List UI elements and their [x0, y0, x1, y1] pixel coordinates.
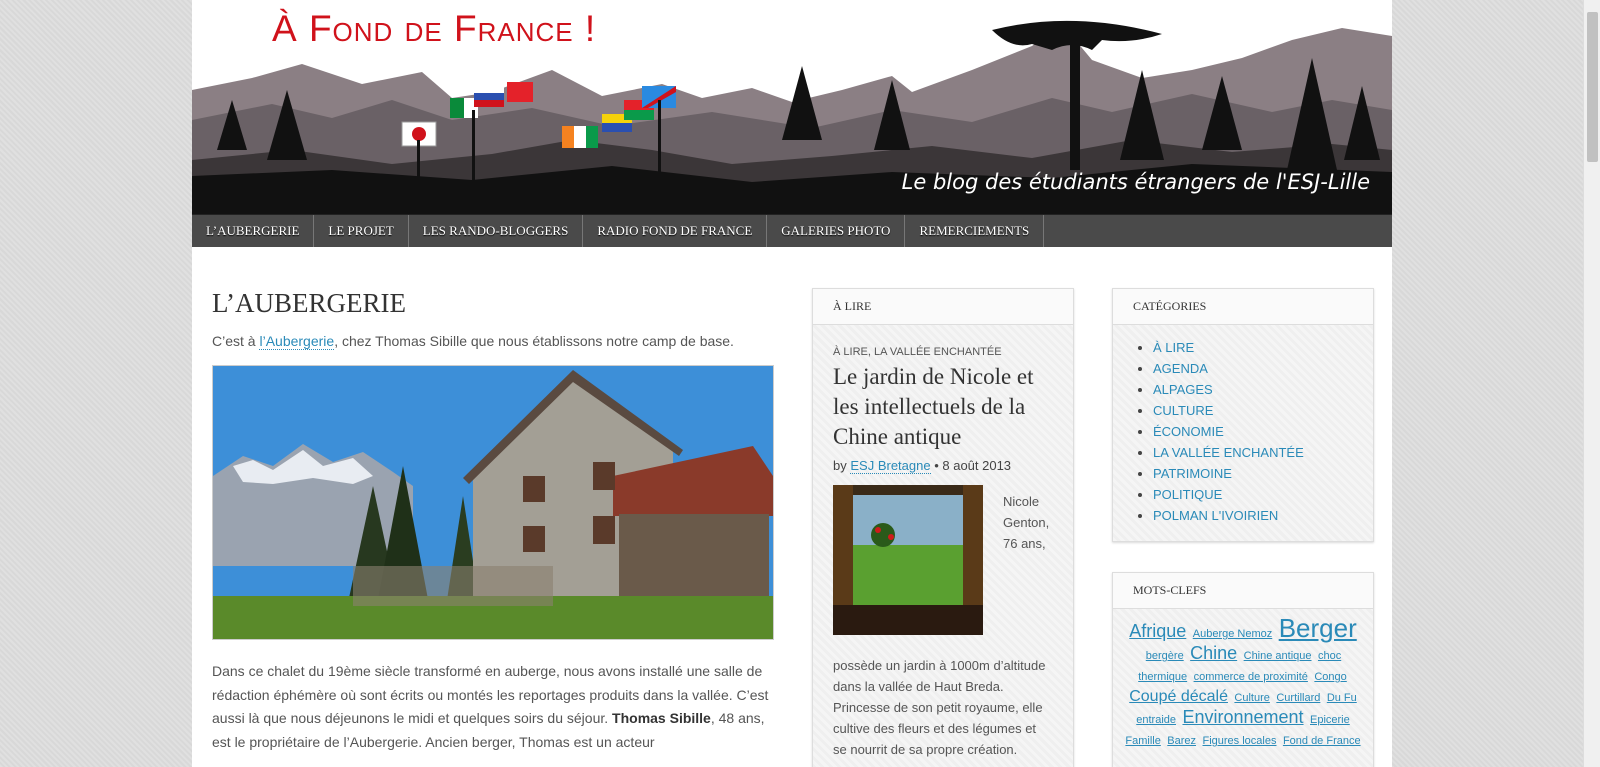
tag-cloud: Afrique Auberge Nemoz Berger bergère Chi…	[1113, 609, 1373, 751]
tag-link[interactable]: Curtillard	[1276, 692, 1320, 704]
page-title: L’AUBERGERIE	[212, 288, 406, 318]
site-title[interactable]: À Fond de France !	[272, 8, 596, 50]
main-nav: L’AUBERGERIE LE PROJET LES RANDO-BLOGGER…	[192, 214, 1392, 247]
post-categories[interactable]: À LIRE, LA VALLÉE ENCHANTÉE	[833, 346, 1053, 358]
category-link[interactable]: PATRIMOINE	[1153, 466, 1232, 481]
tag-link[interactable]: Coupé décalé	[1129, 688, 1228, 705]
tag-link[interactable]: bergère	[1146, 650, 1184, 662]
category-link[interactable]: CULTURE	[1153, 403, 1213, 418]
list-item: POLMAN L'IVOIRIEN	[1153, 505, 1373, 526]
category-link[interactable]: ALPAGES	[1153, 382, 1213, 397]
main-content: L’AUBERGERIE C’est à l’Aubergerie, chez …	[212, 280, 774, 754]
tag-link[interactable]: Epicerie	[1310, 714, 1350, 726]
tag-link[interactable]: Figures locales	[1203, 735, 1277, 747]
nav-item-projet[interactable]: LE PROJET	[314, 215, 409, 247]
tag-link[interactable]: Famille	[1125, 735, 1160, 747]
category-link[interactable]: À LIRE	[1153, 340, 1194, 355]
list-item: CULTURE	[1153, 400, 1373, 421]
intro-before: C’est à	[212, 333, 260, 349]
post-meta: by ESJ Bretagne • 8 août 2013	[833, 458, 1053, 474]
category-link[interactable]: AGENDA	[1153, 361, 1208, 376]
nav-item-remerciements[interactable]: REMERCIEMENTS	[905, 215, 1045, 247]
site-header: À Fond de France ! Le blog des étudiants…	[192, 0, 1392, 214]
tag-link[interactable]: Berger	[1279, 613, 1357, 643]
intro-after: , chez Thomas Sibille que nous établisso…	[334, 333, 734, 349]
list-item: ALPAGES	[1153, 379, 1373, 400]
aubergerie-link[interactable]: l’Aubergerie	[259, 333, 335, 350]
nav-item-aubergerie[interactable]: L’AUBERGERIE	[192, 215, 315, 247]
widget-a-lire: À LIRE À LIRE, LA VALLÉE ENCHANTÉE Le ja…	[812, 288, 1074, 767]
list-item: LA VALLÉE ENCHANTÉE	[1153, 442, 1373, 463]
list-item: PATRIMOINE	[1153, 463, 1373, 484]
tag-link[interactable]: Environnement	[1182, 707, 1303, 727]
scrollbar[interactable]	[1583, 0, 1600, 767]
tag-link[interactable]: Congo	[1314, 671, 1346, 683]
widget-title-mots-clefs: MOTS-CLEFS	[1113, 573, 1373, 609]
tag-link[interactable]: Chine antique	[1244, 650, 1312, 662]
tag-link[interactable]: Chine	[1190, 643, 1237, 663]
article-body-bold: Thomas Sibille	[612, 710, 711, 726]
tag-link[interactable]: Afrique	[1129, 621, 1186, 641]
post-by-label: by	[833, 458, 847, 473]
list-item: POLITIQUE	[1153, 484, 1373, 505]
tag-link[interactable]: Fond de France	[1283, 735, 1361, 747]
site-tagline: Le blog des étudiants étrangers de l'ESJ…	[901, 170, 1370, 194]
list-item: À LIRE	[1153, 337, 1373, 358]
nav-item-radio[interactable]: RADIO FOND DE FRANCE	[583, 215, 768, 247]
scrollbar-thumb[interactable]	[1587, 12, 1598, 162]
category-link[interactable]: POLITIQUE	[1153, 487, 1222, 502]
widget-categories: CATÉGORIES À LIRE AGENDA ALPAGES CULTURE…	[1112, 288, 1374, 542]
widget-mots-clefs: MOTS-CLEFS Afrique Auberge Nemoz Berger …	[1112, 572, 1374, 767]
tag-link[interactable]: Barez	[1167, 735, 1196, 747]
article-body: Dans ce chalet du 19ème siècle transform…	[212, 660, 772, 754]
category-link[interactable]: LA VALLÉE ENCHANTÉE	[1153, 445, 1304, 460]
tag-link[interactable]: commerce de proximité	[1194, 671, 1308, 683]
list-item: AGENDA	[1153, 358, 1373, 379]
list-item: ÉCONOMIE	[1153, 421, 1373, 442]
post-author-link[interactable]: ESJ Bretagne	[850, 458, 931, 474]
nav-item-galeries[interactable]: GALERIES PHOTO	[767, 215, 906, 247]
tag-link[interactable]: entraide	[1136, 714, 1176, 726]
widget-title-a-lire: À LIRE	[813, 289, 1073, 325]
tag-link[interactable]: Culture	[1234, 692, 1269, 704]
post-excerpt-side: Nicole Genton, 76 ans,	[1003, 494, 1050, 551]
tag-link[interactable]: Auberge Nemoz	[1193, 628, 1273, 640]
nav-item-rando-bloggers[interactable]: LES RANDO-BLOGGERS	[409, 215, 584, 247]
category-link[interactable]: ÉCONOMIE	[1153, 424, 1224, 439]
post-excerpt: possède un jardin à 1000m d’altitude dan…	[833, 658, 1046, 757]
tag-link[interactable]: Du Fu	[1327, 692, 1357, 704]
intro-text: C’est à l’Aubergerie, chez Thomas Sibill…	[212, 333, 772, 350]
aubergerie-photo	[212, 365, 774, 640]
category-link[interactable]: POLMAN L'IVOIRIEN	[1153, 508, 1278, 523]
post-title[interactable]: Le jardin de Nicole et les intellectuels…	[833, 362, 1053, 452]
post-thumbnail[interactable]	[833, 485, 983, 635]
page: À Fond de France ! Le blog des étudiants…	[192, 0, 1392, 767]
widget-title-categories: CATÉGORIES	[1113, 289, 1373, 325]
category-list: À LIRE AGENDA ALPAGES CULTURE ÉCONOMIE L…	[1113, 337, 1373, 526]
post-date: • 8 août 2013	[934, 458, 1012, 473]
